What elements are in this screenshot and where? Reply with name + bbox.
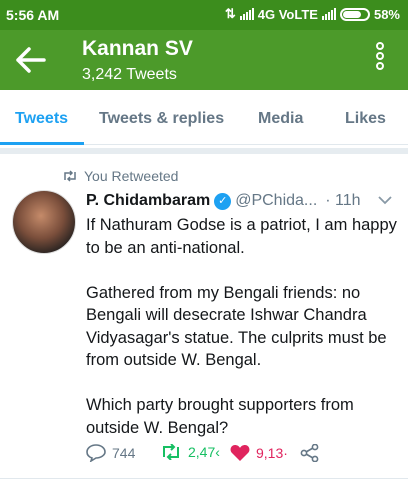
status-time: 5:56 AM — [6, 7, 60, 23]
tweet-separator — [0, 478, 408, 479]
share-button[interactable] — [300, 444, 320, 462]
profile-tabs: Tweets Tweets & replies Media Likes — [0, 96, 408, 145]
status-bar: 5:56 AM ⇅ 4G VoLTE 58% — [0, 0, 408, 30]
tweet-header: P. Chidambaram ✓ @PChida... · 11h — [86, 192, 361, 210]
data-arrows-icon: ⇅ — [224, 6, 236, 21]
more-options-icon[interactable] — [376, 42, 388, 78]
battery-icon — [339, 7, 370, 21]
signal-icon-2 — [321, 8, 336, 20]
tweet-text: If Nathuram Godse is a patriot, I am hap… — [86, 216, 397, 437]
avatar[interactable] — [12, 190, 76, 254]
tweet-time: · 11h — [325, 192, 361, 209]
network-label: 4G VoLTE — [257, 6, 318, 22]
chevron-down-icon[interactable] — [378, 196, 392, 205]
section-divider — [0, 148, 408, 154]
active-tab-indicator — [0, 142, 84, 145]
like-count: 9,13· — [256, 445, 288, 461]
author-handle[interactable]: @PChida... — [235, 192, 317, 210]
battery-level: 58% — [373, 6, 400, 22]
profile-name: Kannan SV — [82, 37, 193, 60]
retweet-context: You Retweeted — [62, 168, 178, 184]
reply-icon — [86, 444, 106, 462]
tab-tweets[interactable]: Tweets — [15, 110, 68, 128]
reply-count: 744 — [112, 445, 136, 461]
retweet-small-icon — [64, 170, 76, 182]
retweeted-label: You Retweeted — [84, 168, 179, 184]
tab-tweets-replies[interactable]: Tweets & replies — [99, 110, 224, 128]
verified-badge-icon: ✓ — [214, 192, 232, 210]
heart-icon — [230, 445, 250, 461]
tweet-actions: 744 2,47‹ 9,13· — [86, 444, 406, 468]
tab-likes[interactable]: Likes — [345, 110, 386, 128]
reply-button[interactable]: 744 — [86, 444, 135, 462]
signal-icon — [239, 8, 254, 20]
tweet-count: 3,242 Tweets — [82, 66, 177, 83]
tab-media[interactable]: Media — [258, 110, 303, 128]
share-icon — [300, 444, 319, 462]
like-button[interactable]: 9,13· — [230, 444, 288, 462]
back-arrow-icon[interactable] — [14, 44, 48, 76]
retweet-icon — [163, 444, 179, 460]
retweet-button[interactable]: 2,47‹ — [160, 444, 220, 460]
profile-header: Kannan SV 3,242 Tweets — [0, 30, 408, 90]
author-name[interactable]: P. Chidambaram — [86, 192, 210, 210]
status-indicators: ⇅ 4G VoLTE 58% — [225, 6, 400, 22]
retweet-count: 2,47‹ — [188, 444, 220, 460]
